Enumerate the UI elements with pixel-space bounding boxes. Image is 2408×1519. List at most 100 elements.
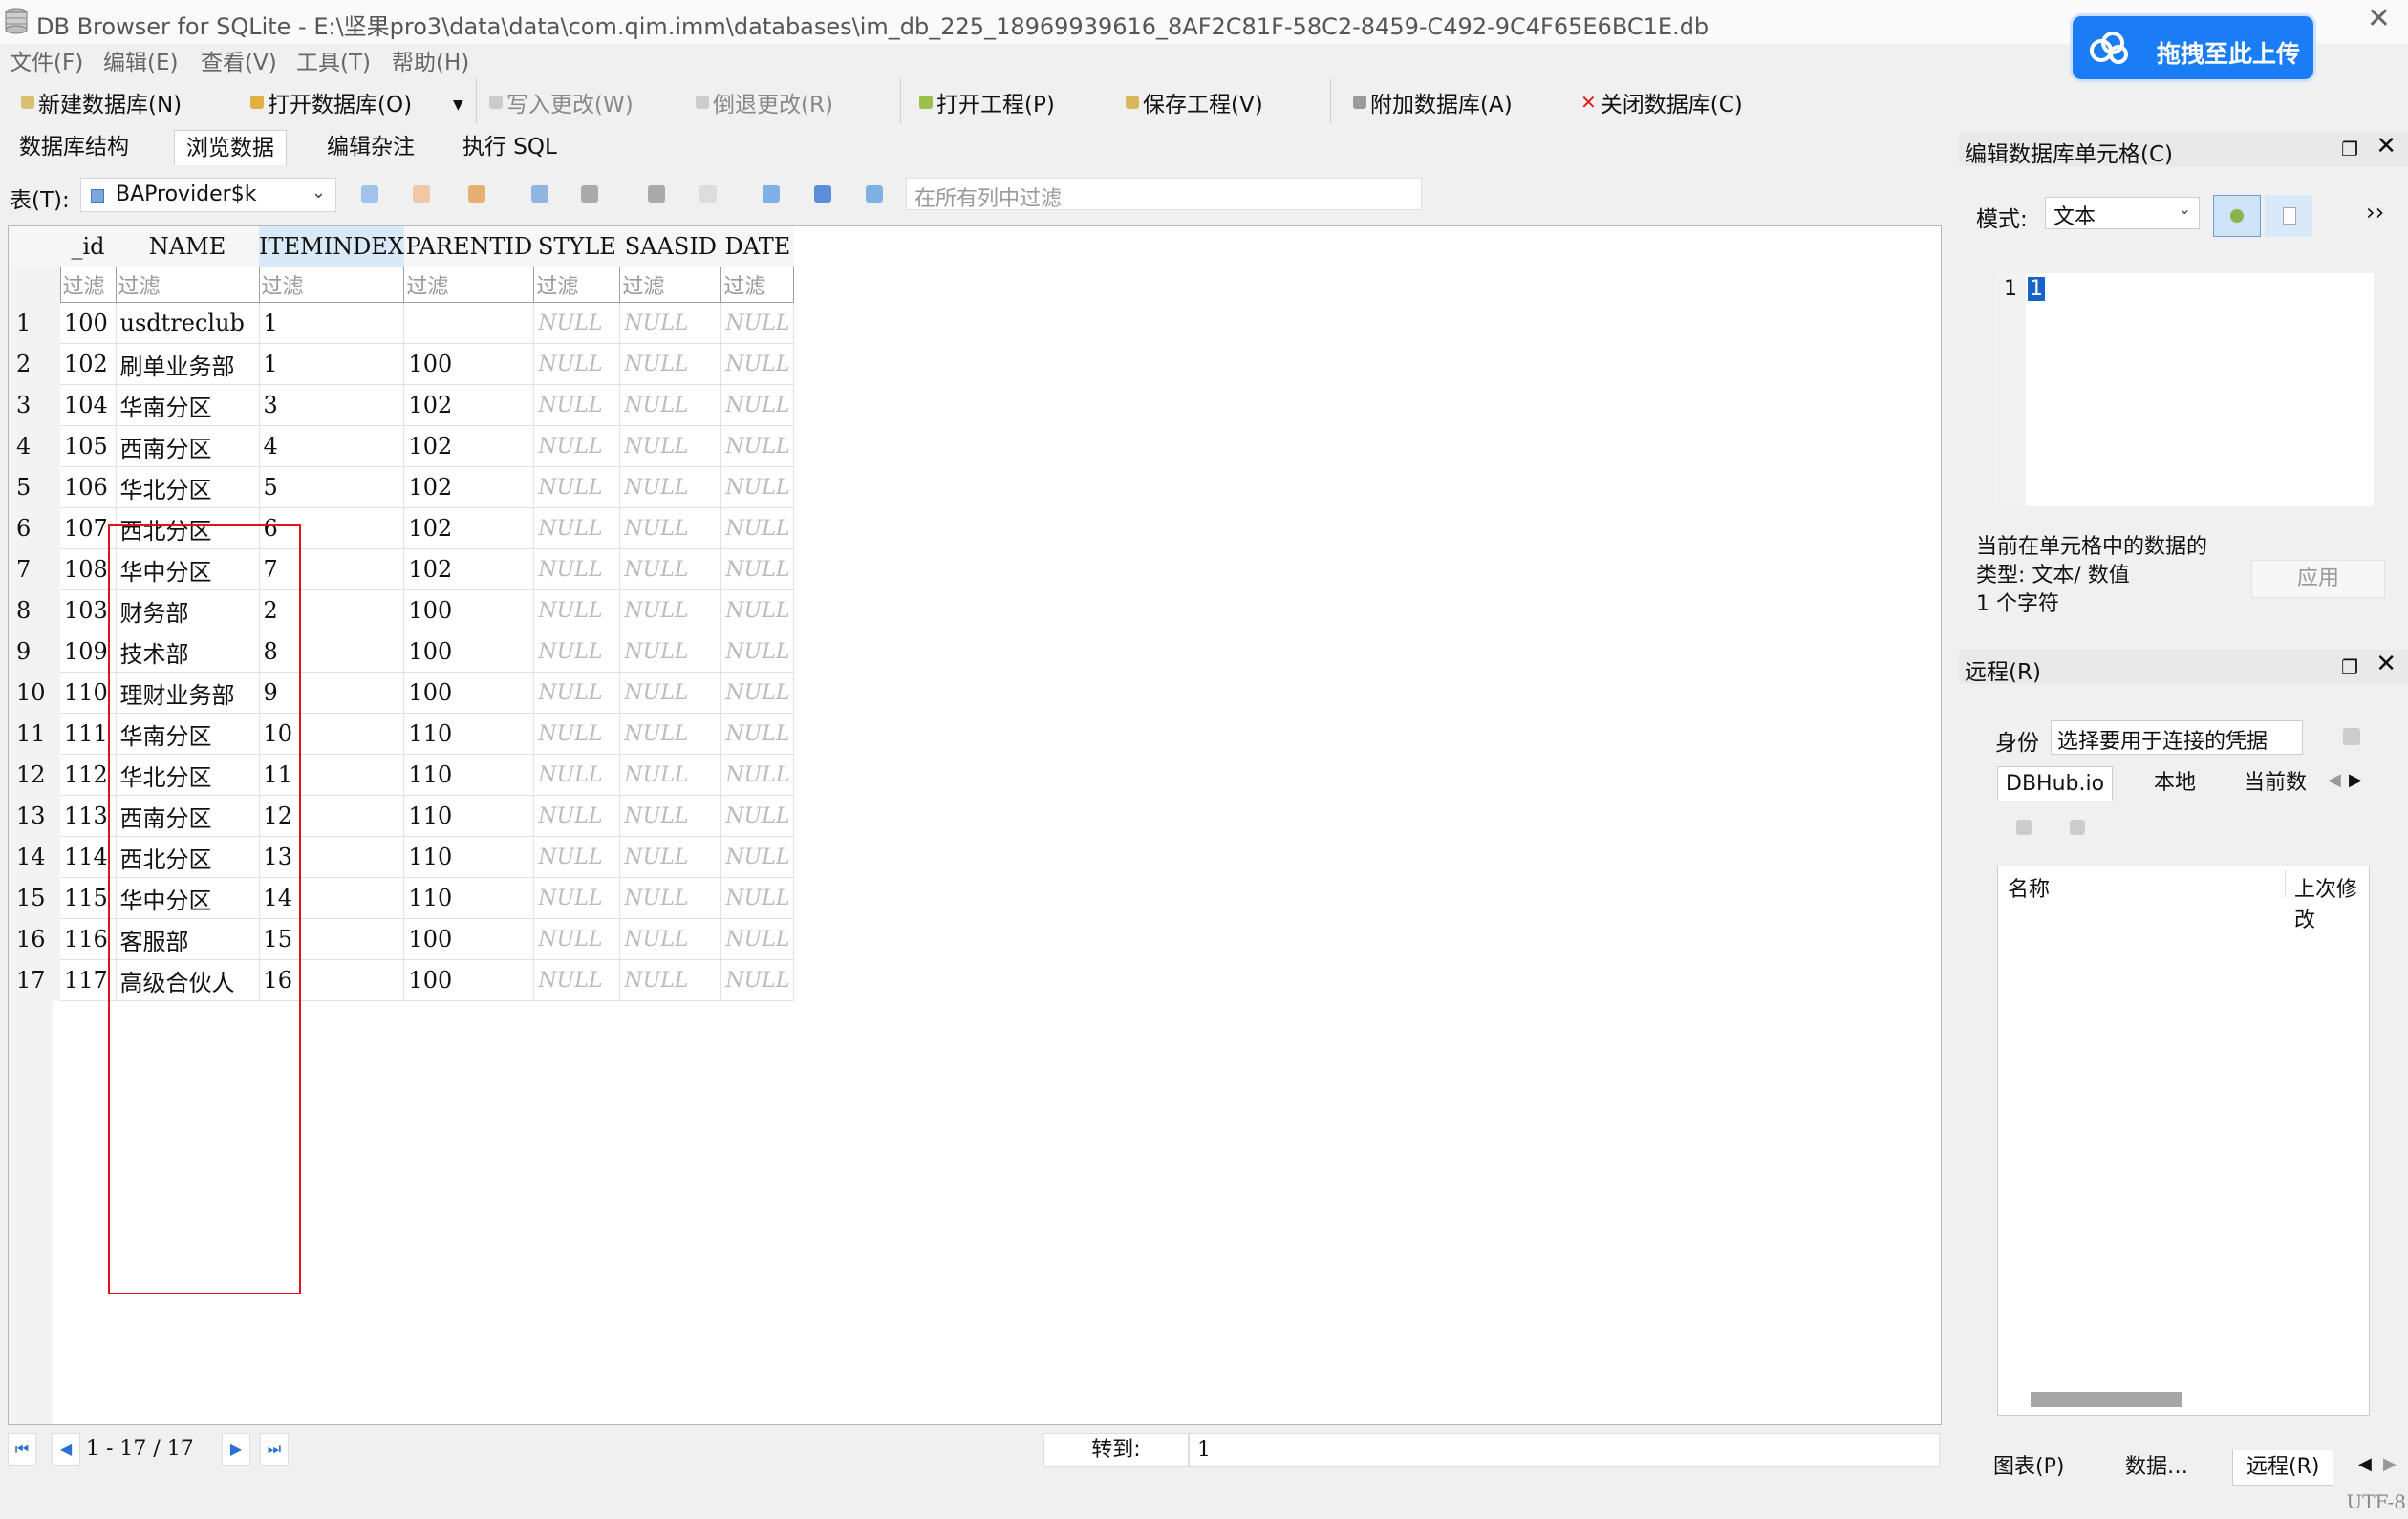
table-select[interactable]: BAProvider$k ⌄ [80,178,336,212]
row-number[interactable]: 17 [9,959,60,1001]
table-cell[interactable]: 华南分区 [116,713,260,755]
menu-help[interactable]: 帮助(H) [392,44,469,76]
table-cell[interactable]: NULL [533,548,621,590]
table-cell[interactable]: NULL [619,672,722,714]
table-cell[interactable]: 115 [60,877,117,919]
table-cell[interactable]: 华中分区 [116,548,260,590]
table-cell[interactable]: 华北分区 [116,754,260,796]
prev-page-icon[interactable]: ◀ [52,1433,80,1466]
table-cell[interactable]: NULL [533,713,621,755]
table-cell[interactable]: NULL [720,343,795,385]
table-cell[interactable]: NULL [533,425,621,467]
table-cell[interactable]: 102 [60,343,117,385]
table-cell[interactable]: 9 [259,672,405,714]
cell-editor[interactable]: 1 1 [1995,273,2374,506]
refresh-icon[interactable] [361,185,378,203]
close-database-button[interactable]: ✕ 关闭数据库(C) [1580,86,1743,118]
table-cell[interactable]: 117 [60,959,117,1001]
menu-file[interactable]: 文件(F) [10,44,83,76]
write-changes-button[interactable]: 写入更改(W) [489,86,634,118]
column-header[interactable]: _id [60,226,116,267]
table-cell[interactable]: NULL [720,466,795,508]
tab-browse-data[interactable]: 浏览数据 [174,130,287,165]
table-row[interactable]: 3 104 华南分区 3 102 NULL NULL NULL [9,384,795,426]
table-cell[interactable]: 高级合伙人 [116,959,260,1001]
table-cell[interactable]: usdtreclub [116,302,260,344]
float-panel-icon[interactable]: ❐ [2341,138,2358,160]
table-cell[interactable]: 100 [60,302,117,344]
table-row[interactable]: 1 100 usdtreclub 1 NULL NULL NULL [9,302,795,344]
table-cell[interactable]: 西北分区 [116,836,260,878]
tab-scroll-left-icon[interactable]: ◀ [2328,770,2341,790]
column-filter-input[interactable]: 过滤 [258,267,405,303]
table-cell[interactable]: NULL [533,959,621,1001]
save-view-icon[interactable] [531,185,548,203]
table-cell[interactable]: NULL [720,959,795,1001]
table-cell[interactable]: 110 [403,877,535,919]
set-encoding-icon[interactable] [814,185,831,203]
refresh-remote-icon[interactable] [2016,820,2032,835]
table-cell[interactable]: NULL [720,384,795,426]
table-row[interactable]: 7 108 华中分区 7 102 NULL NULL NULL [9,548,795,590]
table-cell[interactable]: 116 [60,918,117,960]
delete-record-icon[interactable] [699,185,717,203]
tab-edit-pragmas[interactable]: 编辑杂注 [315,130,426,164]
table-cell[interactable]: 15 [259,918,405,960]
table-cell[interactable]: 110 [403,713,535,755]
column-header[interactable]: PARENTID [403,226,534,267]
insert-record-icon[interactable] [648,185,665,203]
column-header[interactable]: NAME [116,226,259,267]
table-cell[interactable]: 102 [403,425,535,467]
save-project-button[interactable]: 保存工程(V) [1126,86,1263,118]
open-database-button[interactable]: 打开数据库(O) [250,86,412,118]
goto-input[interactable]: 1 [1189,1433,1940,1467]
table-row[interactable]: 5 106 华北分区 5 102 NULL NULL NULL [9,466,795,508]
table-cell[interactable]: NULL [720,713,795,755]
table-cell[interactable]: 刷单业务部 [116,343,260,385]
column-filter-input[interactable]: 过滤 [533,267,621,303]
table-cell[interactable]: 西南分区 [116,795,260,837]
table-row[interactable]: 8 103 财务部 2 100 NULL NULL NULL [9,589,795,631]
table-cell[interactable]: 7 [259,548,405,590]
table-cell[interactable]: NULL [533,672,621,714]
column-filter-input[interactable]: 过滤 [720,267,795,303]
open-database-dropdown-icon[interactable]: ▼ [453,97,463,113]
next-page-icon[interactable]: ▶ [222,1433,250,1466]
table-cell[interactable]: 华中分区 [116,877,260,919]
row-number[interactable]: 13 [9,795,60,837]
revert-changes-button[interactable]: 倒退更改(R) [696,86,833,118]
table-cell[interactable]: NULL [619,343,722,385]
table-cell[interactable]: 100 [403,343,535,385]
global-filter-input[interactable]: 在所有列中过滤 [906,178,1422,211]
table-cell[interactable]: 102 [403,466,535,508]
table-cell[interactable]: 西南分区 [116,425,260,467]
table-cell[interactable]: 5 [259,466,405,508]
remote-file-list[interactable]: 名称 上次修改 [1997,866,2370,1416]
table-cell[interactable]: NULL [533,589,621,631]
table-cell[interactable]: NULL [619,795,722,837]
table-cell[interactable]: 1 [259,302,405,344]
tab-local[interactable]: 本地 [2146,766,2204,801]
row-number[interactable]: 8 [9,589,60,631]
table-cell[interactable]: NULL [533,302,621,344]
dock-scroll-right-icon[interactable]: ▶ [2383,1454,2397,1474]
column-filter-input[interactable]: 过滤 [619,267,722,303]
apply-button[interactable]: 应用 [2251,560,2385,598]
table-cell[interactable]: 理财业务部 [116,672,260,714]
table-cell[interactable]: NULL [619,302,722,344]
tab-plot[interactable]: 图表(P) [1993,1450,2064,1485]
table-cell[interactable]: 财务部 [116,589,260,631]
row-number[interactable]: 2 [9,343,60,385]
table-cell[interactable]: NULL [720,836,795,878]
table-row[interactable]: 16 116 客服部 15 100 NULL NULL NULL [9,918,795,960]
table-cell[interactable]: 110 [403,795,535,837]
close-panel-icon[interactable]: ✕ [2376,650,2397,678]
identity-select[interactable]: 选择要用于连接的凭据 [2051,720,2303,755]
table-cell[interactable]: NULL [533,795,621,837]
menu-tools[interactable]: 工具(T) [296,44,371,76]
data-grid[interactable]: _id NAME ITEMINDEX PARENTID STYLE SAASID… [8,225,1942,1425]
tab-schema[interactable]: 数据… [2125,1450,2188,1485]
attach-database-button[interactable]: 附加数据库(A) [1353,86,1513,118]
table-cell[interactable]: 3 [259,384,405,426]
table-cell[interactable]: 112 [60,754,117,796]
